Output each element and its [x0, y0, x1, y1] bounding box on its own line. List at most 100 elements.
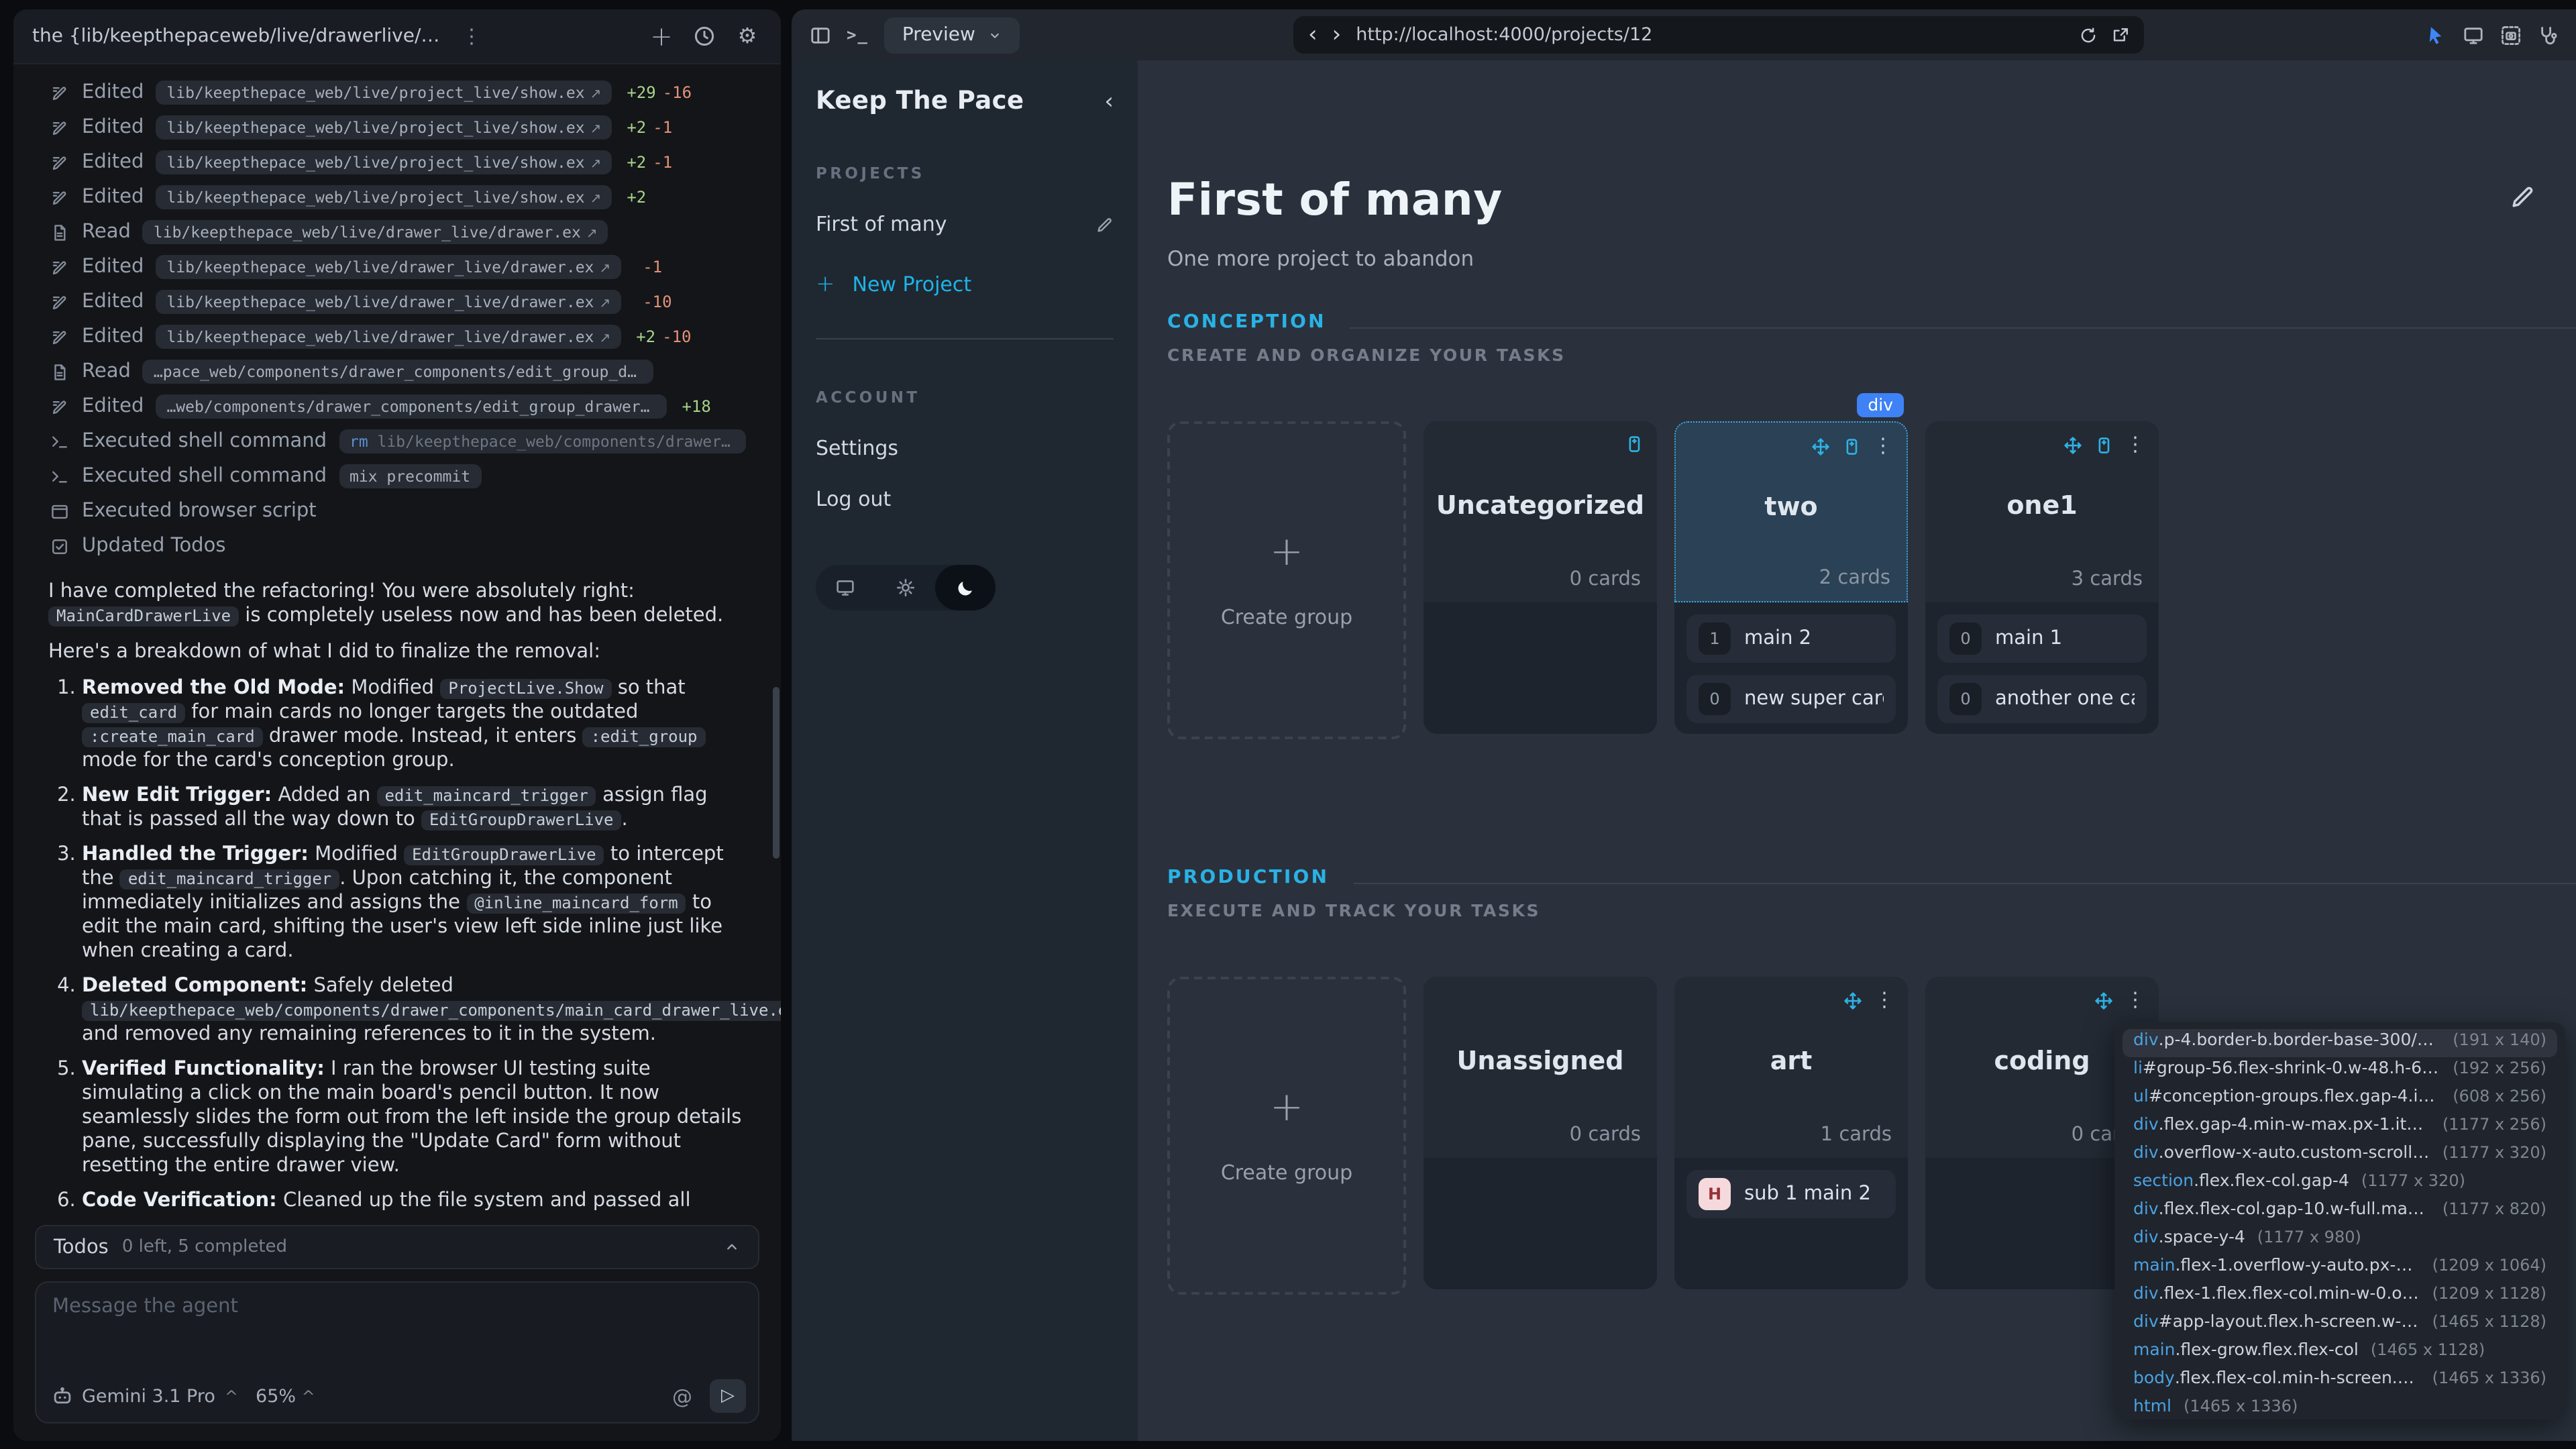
refresh-icon[interactable]	[2080, 26, 2097, 44]
new-chat-button[interactable]: +	[647, 21, 676, 51]
preview-mode-button[interactable]: Preview	[885, 17, 1020, 53]
event-file-chip[interactable]: lib/keepthepace_web/live/drawer_live/dra…	[156, 255, 621, 279]
inspector-row[interactable]: body.flex.flex-col.min-h-screen.bg-gradi…	[2123, 1367, 2557, 1395]
card-item[interactable]: 1main 2	[1686, 614, 1896, 663]
sidebar-item-logout[interactable]: Log out	[816, 487, 1114, 511]
event-file-chip[interactable]: …pace_web/components/drawer_components/e…	[143, 360, 654, 384]
event-row[interactable]: Executed browser script	[48, 494, 746, 529]
inspector-row[interactable]: div.flex.flex-col.gap-10.w-full.max-w-fu…	[2123, 1198, 2557, 1226]
add-card-icon[interactable]	[1842, 437, 1861, 455]
inspector-row[interactable]: html(1465 x 1336)	[2123, 1395, 2557, 1419]
agent-tab-title[interactable]: the {lib/keepthepaceweb/live/drawerlive/…	[32, 25, 448, 47]
chevron-up-icon[interactable]	[723, 1238, 741, 1256]
event-row[interactable]: Read…pace_web/components/drawer_componen…	[48, 354, 746, 389]
event-file-chip[interactable]: mix precommit	[339, 464, 481, 488]
inspector-row[interactable]: main.flex-grow.flex.flex-col(1465 x 1128…	[2123, 1339, 2557, 1367]
kebab-menu-icon[interactable]: ⋮	[1873, 436, 1893, 456]
model-selector[interactable]: Gemini 3.1 Pro ^	[52, 1385, 238, 1407]
inspector-row[interactable]: div#app-layout.flex.h-screen.w-full.over…	[2123, 1311, 2557, 1339]
light-theme-icon[interactable]	[875, 565, 935, 610]
group-card[interactable]: ⋮one13 cards0main 10another one card	[1925, 421, 2159, 734]
url-text[interactable]: http://localhost:4000/projects/12	[1356, 24, 2065, 46]
inspector-row[interactable]: div.flex.gap-4.min-w-max.px-1.items-star…	[2123, 1114, 2557, 1142]
browser-url-bar[interactable]: ‹ › http://localhost:4000/projects/12	[1293, 16, 2144, 54]
event-row[interactable]: Editedlib/keepthepace_web/live/project_l…	[48, 180, 746, 215]
inspector-row[interactable]: section.flex.flex-col.gap-4(1177 x 320)	[2123, 1170, 2557, 1198]
system-theme-icon[interactable]	[816, 565, 875, 610]
new-project-button[interactable]: + New Project	[816, 271, 1114, 298]
sidebar-item-project[interactable]: First of many	[816, 212, 1114, 236]
event-file-chip[interactable]: lib/keepthepace_web/live/drawer_live/dra…	[156, 290, 621, 314]
message-input[interactable]: Message the agent	[52, 1296, 742, 1318]
event-row[interactable]: Editedlib/keepthepace_web/live/drawer_li…	[48, 319, 746, 354]
event-file-chip[interactable]: rm lib/keepthepace_web/components/drawer…	[339, 429, 746, 453]
move-icon[interactable]	[1843, 991, 1862, 1010]
create-group-card[interactable]: +Create group	[1167, 421, 1406, 739]
message-composer[interactable]: Message the agent Gemini 3.1 Pro ^ 65% ^…	[35, 1281, 759, 1424]
add-card-icon[interactable]	[1625, 435, 1644, 453]
edit-pencil-icon[interactable]	[1096, 215, 1114, 233]
inspector-row[interactable]: div.flex-1.flex.flex-col.min-w-0.overflo…	[2123, 1283, 2557, 1311]
inspector-row[interactable]: ul#conception-groups.flex.gap-4.items-st…	[2123, 1085, 2557, 1114]
diagnostics-icon[interactable]	[2538, 25, 2559, 45]
event-row[interactable]: Editedlib/keepthepace_web/live/project_l…	[48, 145, 746, 180]
tab-kebab-icon[interactable]: ⋮	[462, 26, 482, 46]
terminal-icon[interactable]: >_	[847, 25, 869, 44]
sidebar-collapse-icon[interactable]: ‹	[1104, 88, 1114, 115]
inspector-row[interactable]: main.flex-1.overflow-y-auto.px-4.py-8(12…	[2123, 1254, 2557, 1283]
card-item[interactable]: Hsub 1 main 2	[1686, 1170, 1896, 1218]
event-file-chip[interactable]: …web/components/drawer_components/edit_g…	[156, 394, 667, 419]
event-file-chip[interactable]: lib/keepthepace_web/live/drawer_live/dra…	[143, 220, 608, 244]
send-button[interactable]: ▷	[710, 1379, 746, 1413]
add-card-icon[interactable]	[2094, 435, 2113, 454]
create-group-card[interactable]: +Create group	[1167, 977, 1406, 1295]
event-file-chip[interactable]: lib/keepthepace_web/live/project_live/sh…	[156, 80, 612, 105]
panel-toggle-icon[interactable]	[810, 25, 830, 45]
event-file-chip[interactable]: lib/keepthepace_web/live/project_live/sh…	[156, 115, 612, 140]
event-row[interactable]: Editedlib/keepthepace_web/live/drawer_li…	[48, 284, 746, 319]
mention-button[interactable]: @	[672, 1384, 692, 1408]
card-item[interactable]: 0new super card	[1686, 675, 1896, 723]
card-item[interactable]: 0main 1	[1937, 614, 2147, 663]
screenshot-icon[interactable]	[2501, 25, 2521, 45]
event-row[interactable]: Editedlib/keepthepace_web/live/project_l…	[48, 75, 746, 110]
event-file-chip[interactable]: lib/keepthepace_web/live/project_live/sh…	[156, 185, 612, 209]
inspector-row[interactable]: div.space-y-4(1177 x 980)	[2123, 1226, 2557, 1254]
event-file-chip[interactable]: lib/keepthepace_web/live/drawer_live/dra…	[156, 325, 621, 349]
group-card[interactable]: Unassigned0 cards	[1424, 977, 1657, 1289]
event-row[interactable]: Editedlib/keepthepace_web/live/drawer_li…	[48, 250, 746, 284]
sidebar-item-settings[interactable]: Settings	[816, 436, 1114, 460]
event-row[interactable]: Edited…web/components/drawer_components/…	[48, 389, 746, 424]
event-row[interactable]: Executed shell commandmix precommit	[48, 459, 746, 494]
inspector-row[interactable]: li#group-56.flex-shrink-0.w-48.h-64.roun…	[2123, 1057, 2557, 1085]
group-card[interactable]: div⋮two2 cards1main 20new super card	[1674, 421, 1908, 734]
open-external-icon[interactable]	[2112, 26, 2129, 44]
history-icon[interactable]	[690, 21, 719, 51]
event-file-chip[interactable]: lib/keepthepace_web/live/project_live/sh…	[156, 150, 612, 174]
event-row[interactable]: Readlib/keepthepace_web/live/drawer_live…	[48, 215, 746, 250]
kebab-menu-icon[interactable]: ⋮	[2125, 990, 2145, 1010]
inspect-cursor-icon[interactable]	[2426, 25, 2446, 45]
forward-icon[interactable]: ›	[1332, 23, 1342, 46]
group-card[interactable]: ⋮art1 cardsHsub 1 main 2	[1674, 977, 1908, 1289]
back-icon[interactable]: ‹	[1308, 23, 1318, 46]
event-row[interactable]: Editedlib/keepthepace_web/live/project_l…	[48, 110, 746, 145]
inspector-row[interactable]: div.overflow-x-auto.custom-scrollbar.tra…	[2123, 1142, 2557, 1170]
todos-bar[interactable]: Todos 0 left, 5 completed	[35, 1225, 759, 1269]
move-icon[interactable]	[2063, 435, 2082, 454]
event-row[interactable]: Updated Todos	[48, 529, 746, 564]
chat-scrollbar[interactable]	[773, 687, 780, 859]
context-usage[interactable]: 65% ^	[256, 1385, 315, 1407]
kebab-menu-icon[interactable]: ⋮	[2125, 435, 2145, 455]
move-icon[interactable]	[1811, 437, 1830, 455]
group-card[interactable]: Uncategorized0 cards	[1424, 421, 1657, 734]
edit-project-icon[interactable]	[2510, 184, 2536, 209]
card-item[interactable]: 0another one card	[1937, 675, 2147, 723]
gear-icon[interactable]: ⚙	[733, 21, 762, 51]
move-icon[interactable]	[2094, 991, 2113, 1010]
dark-theme-icon[interactable]	[935, 565, 995, 610]
event-row[interactable]: Executed shell commandrm lib/keepthepace…	[48, 424, 746, 459]
kebab-menu-icon[interactable]: ⋮	[1874, 990, 1894, 1010]
monitor-icon[interactable]	[2463, 25, 2483, 45]
inspector-row[interactable]: div.p-4.border-b.border-base-300/50.bg-w…	[2123, 1029, 2557, 1057]
